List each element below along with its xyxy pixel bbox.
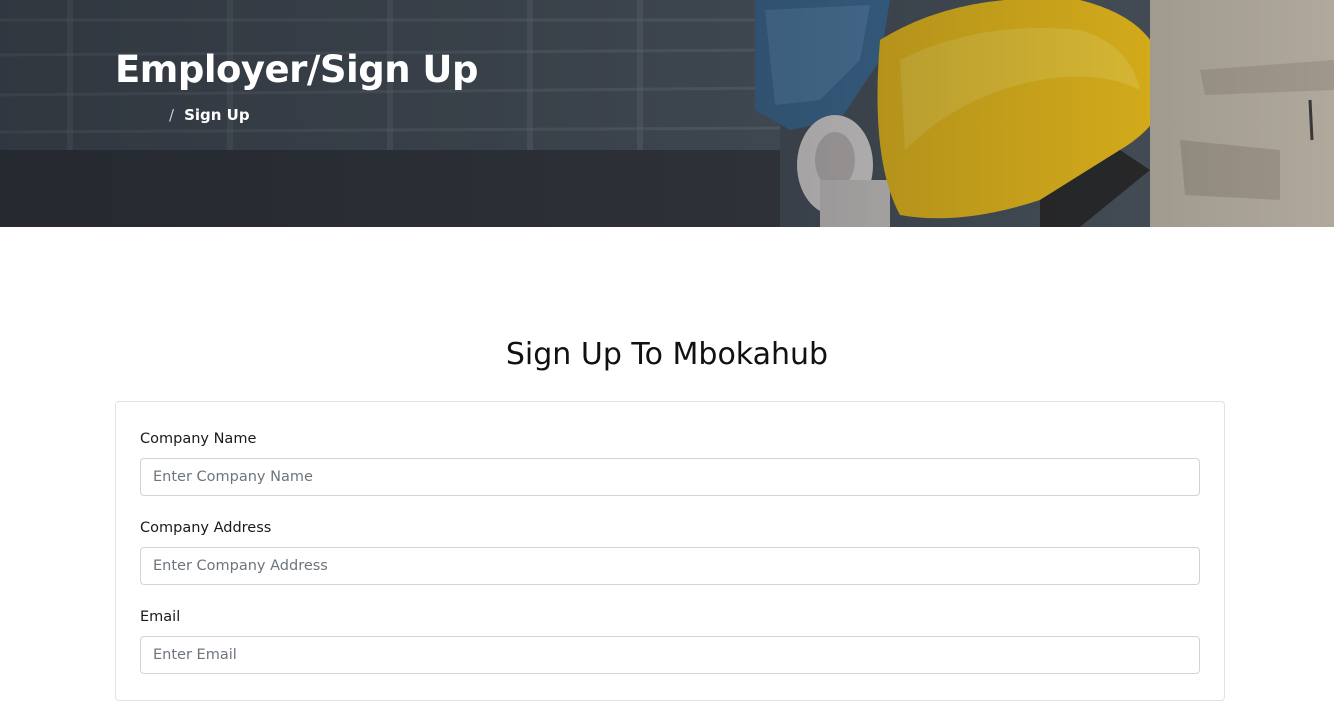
company-address-group: Company Address	[140, 517, 1200, 585]
breadcrumb: / Sign Up	[115, 106, 250, 124]
breadcrumb-current: Sign Up	[184, 106, 250, 124]
email-group: Email	[140, 606, 1200, 674]
company-name-label: Company Name	[140, 431, 257, 447]
breadcrumb-separator: /	[169, 106, 175, 124]
signup-heading: Sign Up To Mbokahub	[505, 337, 829, 372]
signup-form-card: Company Name Company Address Email	[115, 401, 1225, 701]
company-address-label: Company Address	[140, 520, 272, 536]
company-name-input[interactable]	[140, 458, 1200, 496]
email-input[interactable]	[140, 636, 1200, 674]
email-label: Email	[140, 609, 181, 625]
company-address-input[interactable]	[140, 547, 1200, 585]
page-title: Employer/Sign Up	[115, 48, 478, 91]
company-name-group: Company Name	[140, 428, 1200, 496]
page-header-banner: Employer/Sign Up / Sign Up	[0, 0, 1334, 227]
